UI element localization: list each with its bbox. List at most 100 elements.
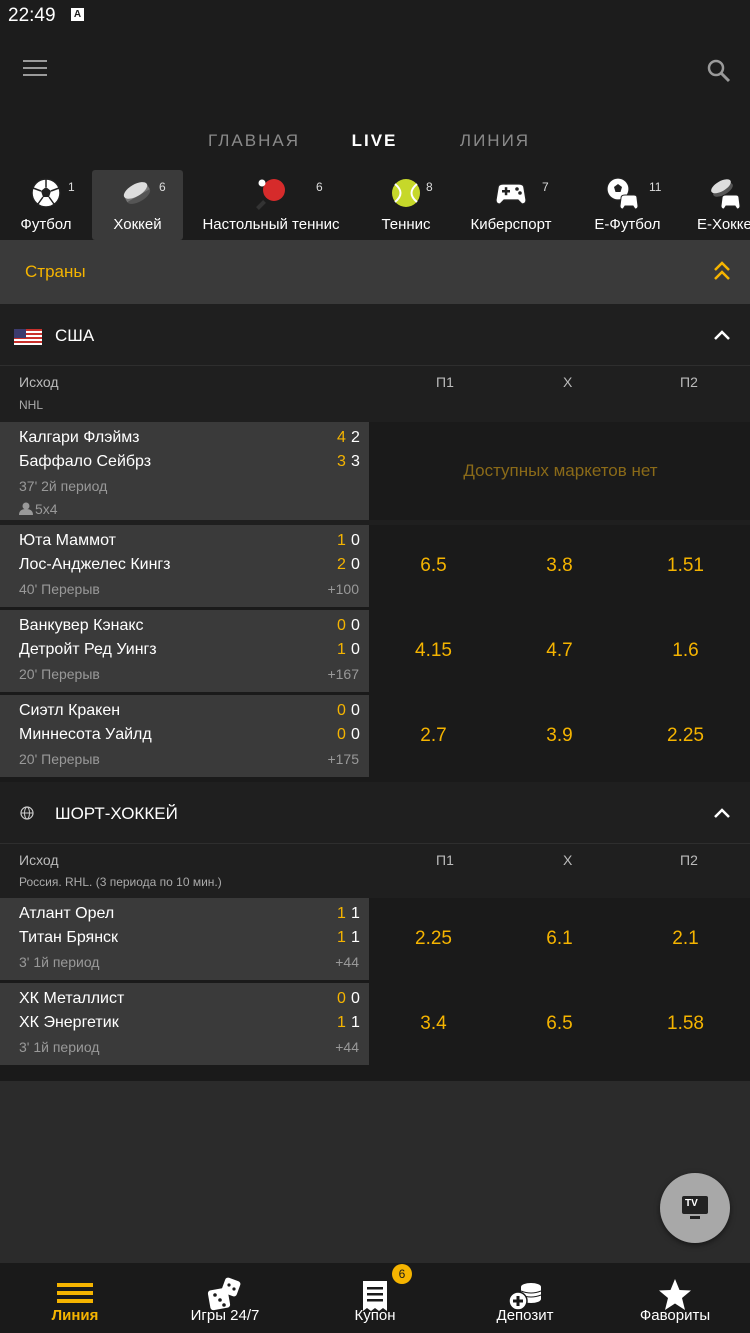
nav-favorites[interactable]: Фавориты — [600, 1263, 750, 1333]
league-title: ШОРТ-ХОККЕЙ — [55, 804, 178, 823]
odd-x[interactable]: 3.8 — [497, 525, 622, 607]
team-away: Баффало Сейбрз — [19, 453, 152, 470]
team-home: Сиэтл Кракен — [19, 702, 121, 719]
score-period: 1 — [351, 905, 360, 922]
match-teams[interactable]: Юта Маммот Лос-Анджелес Кингз 1 0 2 0 40… — [0, 525, 369, 607]
score-period: 2 — [351, 429, 360, 446]
match-teams[interactable]: Калгари Флэймз Баффало Сейбрз 4 2 3 3 37… — [0, 422, 369, 520]
match-row[interactable]: ХК Металлист ХК Энергетик 0 0 1 1 3' 1й … — [0, 983, 750, 1081]
sport-hockey[interactable]: 6 Хоккей — [92, 170, 183, 240]
nav-coupon[interactable]: 6 Купон — [300, 1263, 450, 1333]
match-row[interactable]: Калгари Флэймз Баффало Сейбрз 4 2 3 3 37… — [0, 422, 750, 520]
match-teams[interactable]: ХК Металлист ХК Энергетик 0 0 1 1 3' 1й … — [0, 983, 369, 1065]
team-away: Детройт Ред Уингз — [19, 641, 157, 658]
countries-filter[interactable]: Страны — [0, 240, 750, 304]
more-markets[interactable]: +167 — [327, 666, 359, 682]
score-total: 2 — [337, 556, 346, 573]
sport-count: 7 — [542, 180, 549, 194]
score-total: 1 — [337, 905, 346, 922]
odd-p2[interactable]: 1.58 — [623, 983, 748, 1065]
odd-x[interactable]: 6.5 — [497, 983, 622, 1065]
match-period: 40' Перерыв — [19, 581, 100, 597]
score-total: 0 — [337, 726, 346, 743]
sport-label: Теннис — [381, 216, 431, 233]
team-away: Миннесота Уайлд — [19, 726, 152, 743]
table-tennis-icon — [256, 179, 285, 210]
odd-x[interactable]: 3.9 — [497, 695, 622, 777]
search-icon[interactable] — [706, 58, 732, 84]
hamburger-menu-icon[interactable] — [23, 60, 47, 80]
odd-p1[interactable]: 2.7 — [371, 695, 496, 777]
team-away: Титан Брянск — [19, 929, 119, 946]
more-markets[interactable]: +100 — [327, 581, 359, 597]
more-markets[interactable]: +44 — [335, 1039, 359, 1055]
match-period: 20' Перерыв — [19, 751, 100, 767]
team-away: Лос-Анджелес Кингз — [19, 556, 171, 573]
odd-p1[interactable]: 4.15 — [371, 610, 496, 692]
bottom-nav: Линия Игры 24/7 6 Купон Депозит Фавориты — [0, 1263, 750, 1333]
sport-tennis[interactable]: 8 Теннис — [364, 170, 448, 240]
nav-deposit[interactable]: Депозит — [450, 1263, 600, 1333]
sport-e-hockey[interactable]: Е-Хоккей — [690, 170, 750, 240]
match-row[interactable]: Ванкувер Кэнакс Детройт Ред Уингз 0 0 1 … — [0, 610, 750, 708]
odd-p2[interactable]: 2.25 — [623, 695, 748, 777]
match-row[interactable]: Атлант Орел Титан Брянск 1 1 1 1 3' 1й п… — [0, 898, 750, 996]
match-period: 37' 2й период — [19, 478, 108, 494]
score-period: 0 — [351, 556, 360, 573]
score-total: 3 — [337, 453, 346, 470]
match-teams[interactable]: Ванкувер Кэнакс Детройт Ред Уингз 0 0 1 … — [0, 610, 369, 692]
double-chevron-up-icon[interactable] — [712, 260, 732, 282]
sport-esports[interactable]: 7 Киберспорт — [466, 170, 556, 240]
match-row[interactable]: Юта Маммот Лос-Анджелес Кингз 1 0 2 0 40… — [0, 525, 750, 623]
match-row[interactable]: Сиэтл Кракен Миннесота Уайлд 0 0 0 0 20'… — [0, 695, 750, 793]
nav-line[interactable]: Линия — [0, 1263, 150, 1333]
nav-label: Фавориты — [639, 1307, 711, 1324]
tv-label: TV — [685, 1198, 698, 1209]
sport-count: 11 — [649, 180, 662, 194]
status-bar: 22:49 A — [0, 0, 750, 32]
odd-x[interactable]: 6.1 — [497, 898, 622, 980]
match-teams[interactable]: Атлант Орел Титан Брянск 1 1 1 1 3' 1й п… — [0, 898, 369, 980]
team-home: Атлант Орел — [19, 905, 115, 922]
team-home: Юта Маммот — [19, 532, 116, 549]
league-short-hockey: ШОРТ-ХОККЕЙ Исход П1 Х П2 Россия. RHL. (… — [0, 782, 750, 1081]
odd-x[interactable]: 4.7 — [497, 610, 622, 692]
e-football-icon — [606, 177, 639, 210]
nav-label: Купон — [354, 1307, 396, 1324]
score-total: 0 — [337, 617, 346, 634]
score-period: 0 — [351, 532, 360, 549]
odd-p1[interactable]: 6.5 — [371, 525, 496, 607]
league-header[interactable]: США — [0, 304, 750, 366]
more-markets[interactable]: +175 — [327, 751, 359, 767]
odd-p2[interactable]: 1.51 — [623, 525, 748, 607]
nav-label: Линия — [51, 1307, 99, 1324]
tv-button[interactable]: TV — [660, 1173, 730, 1243]
chevron-up-icon[interactable] — [712, 328, 732, 342]
chevron-up-icon[interactable] — [712, 806, 732, 820]
score-total: 1 — [337, 532, 346, 549]
match-teams[interactable]: Сиэтл Кракен Миннесота Уайлд 0 0 0 0 20'… — [0, 695, 369, 777]
sport-count: 1 — [68, 180, 75, 194]
sport-e-football[interactable]: 11 Е-Футбол — [585, 170, 670, 240]
league-usa: США Исход П1 Х П2 NHL Калгари Флэймз Баф… — [0, 304, 750, 793]
odd-p1[interactable]: 3.4 — [371, 983, 496, 1065]
league-header[interactable]: ШОРТ-ХОККЕЙ — [0, 782, 750, 844]
column-p2: П2 — [680, 374, 698, 390]
nav-games[interactable]: Игры 24/7 — [150, 1263, 300, 1333]
more-markets[interactable]: +44 — [335, 954, 359, 970]
league-subtitle: Россия. RHL. (3 периода по 10 мин.) — [19, 875, 222, 889]
column-outcome: Исход — [19, 852, 59, 868]
columns-header: Исход П1 Х П2 — [0, 846, 750, 874]
column-x: Х — [563, 374, 573, 390]
sport-label: Е-Хоккей — [697, 216, 750, 233]
score-total: 1 — [337, 641, 346, 658]
e-hockey-icon — [711, 179, 741, 210]
odd-p1[interactable]: 2.25 — [371, 898, 496, 980]
sport-table-tennis[interactable]: 6 Настольный теннис — [196, 170, 346, 240]
score-total: 1 — [337, 929, 346, 946]
columns-header: Исход П1 Х П2 — [0, 368, 750, 396]
sport-football[interactable]: 1 Футбол — [0, 170, 92, 240]
score-total: 1 — [337, 1014, 346, 1031]
odd-p2[interactable]: 2.1 — [623, 898, 748, 980]
odd-p2[interactable]: 1.6 — [623, 610, 748, 692]
